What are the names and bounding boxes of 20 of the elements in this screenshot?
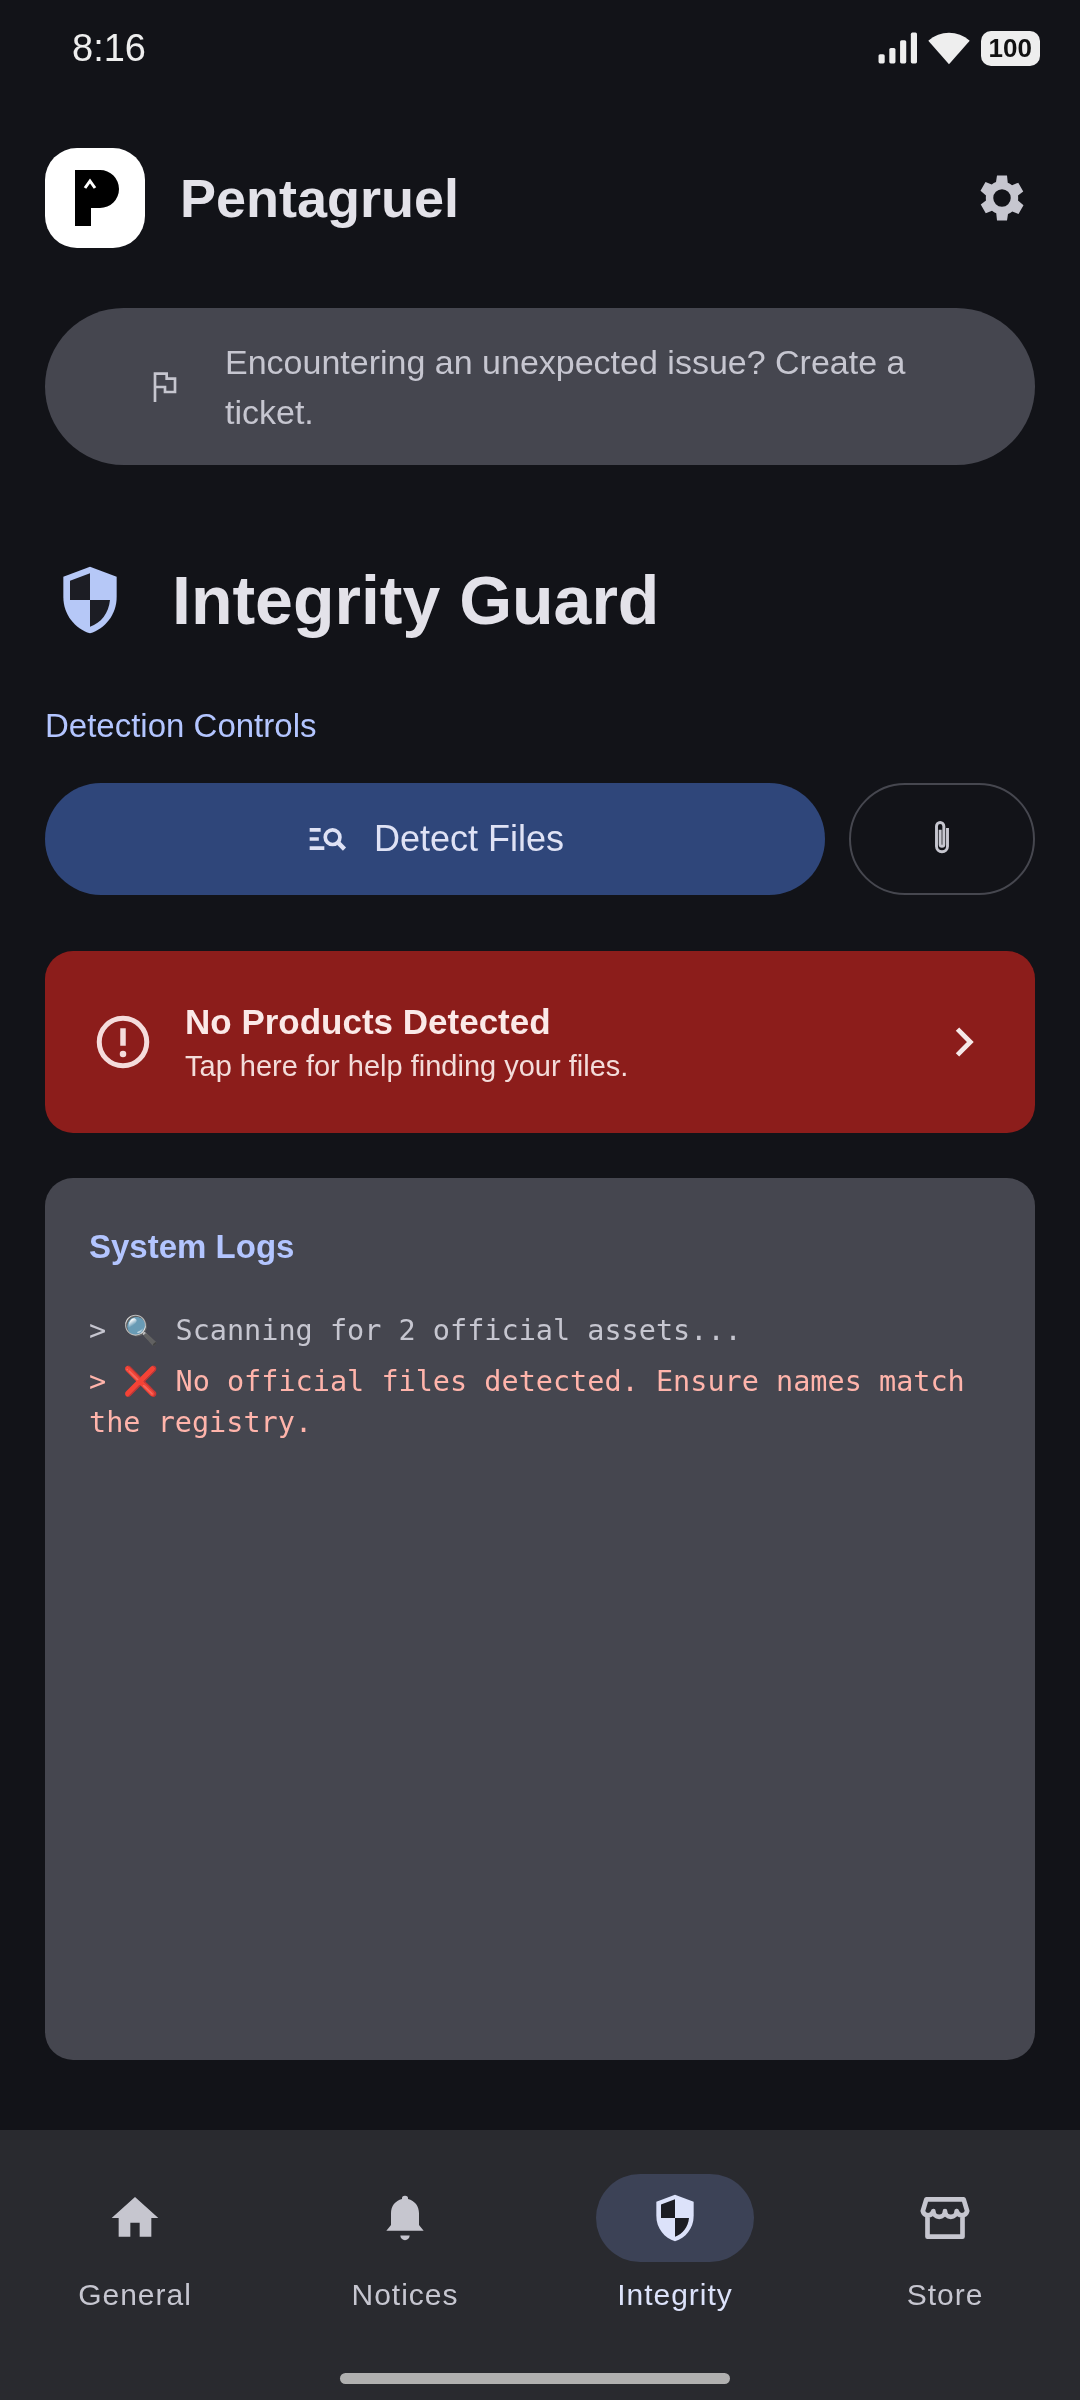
ticket-banner[interactable]: Encountering an unexpected issue? Create a ticket. — [45, 308, 1035, 465]
alert-card[interactable]: No Products Detected Tap here for help finding your files. — [45, 951, 1035, 1133]
nav-tab[interactable]: Store — [906, 2278, 984, 2312]
app-title: Pentagruel — [180, 167, 461, 229]
wifi-icon — [926, 30, 971, 66]
page-title: Integrity Guard — [172, 561, 660, 639]
detect-files-button[interactable]: Detect Files — [45, 783, 825, 895]
clock-time: 8:16 — [72, 26, 146, 70]
alert-subtitle: Tap here for help finding your files. — [185, 1049, 630, 1083]
banner-text: Encountering an unexpected issue? Create a ticket. — [225, 341, 907, 433]
nav-tab[interactable]: General — [78, 2278, 192, 2312]
alert-title: No Products Detected — [185, 1001, 552, 1042]
section-label: Detection Controls — [45, 707, 318, 745]
log-line: > ❌ No official files detected. Ensure names match the registry. — [89, 1364, 966, 1441]
nav-tab[interactable]: Integrity — [617, 2278, 733, 2312]
signal-icon — [876, 31, 917, 65]
log-line: > 🔍 Scanning for 2 official assets... — [89, 1313, 743, 1349]
nav-tab[interactable]: Notices — [351, 2278, 459, 2312]
battery-indicator: 100 — [980, 30, 1040, 66]
logs-title: System Logs — [89, 1228, 296, 1266]
